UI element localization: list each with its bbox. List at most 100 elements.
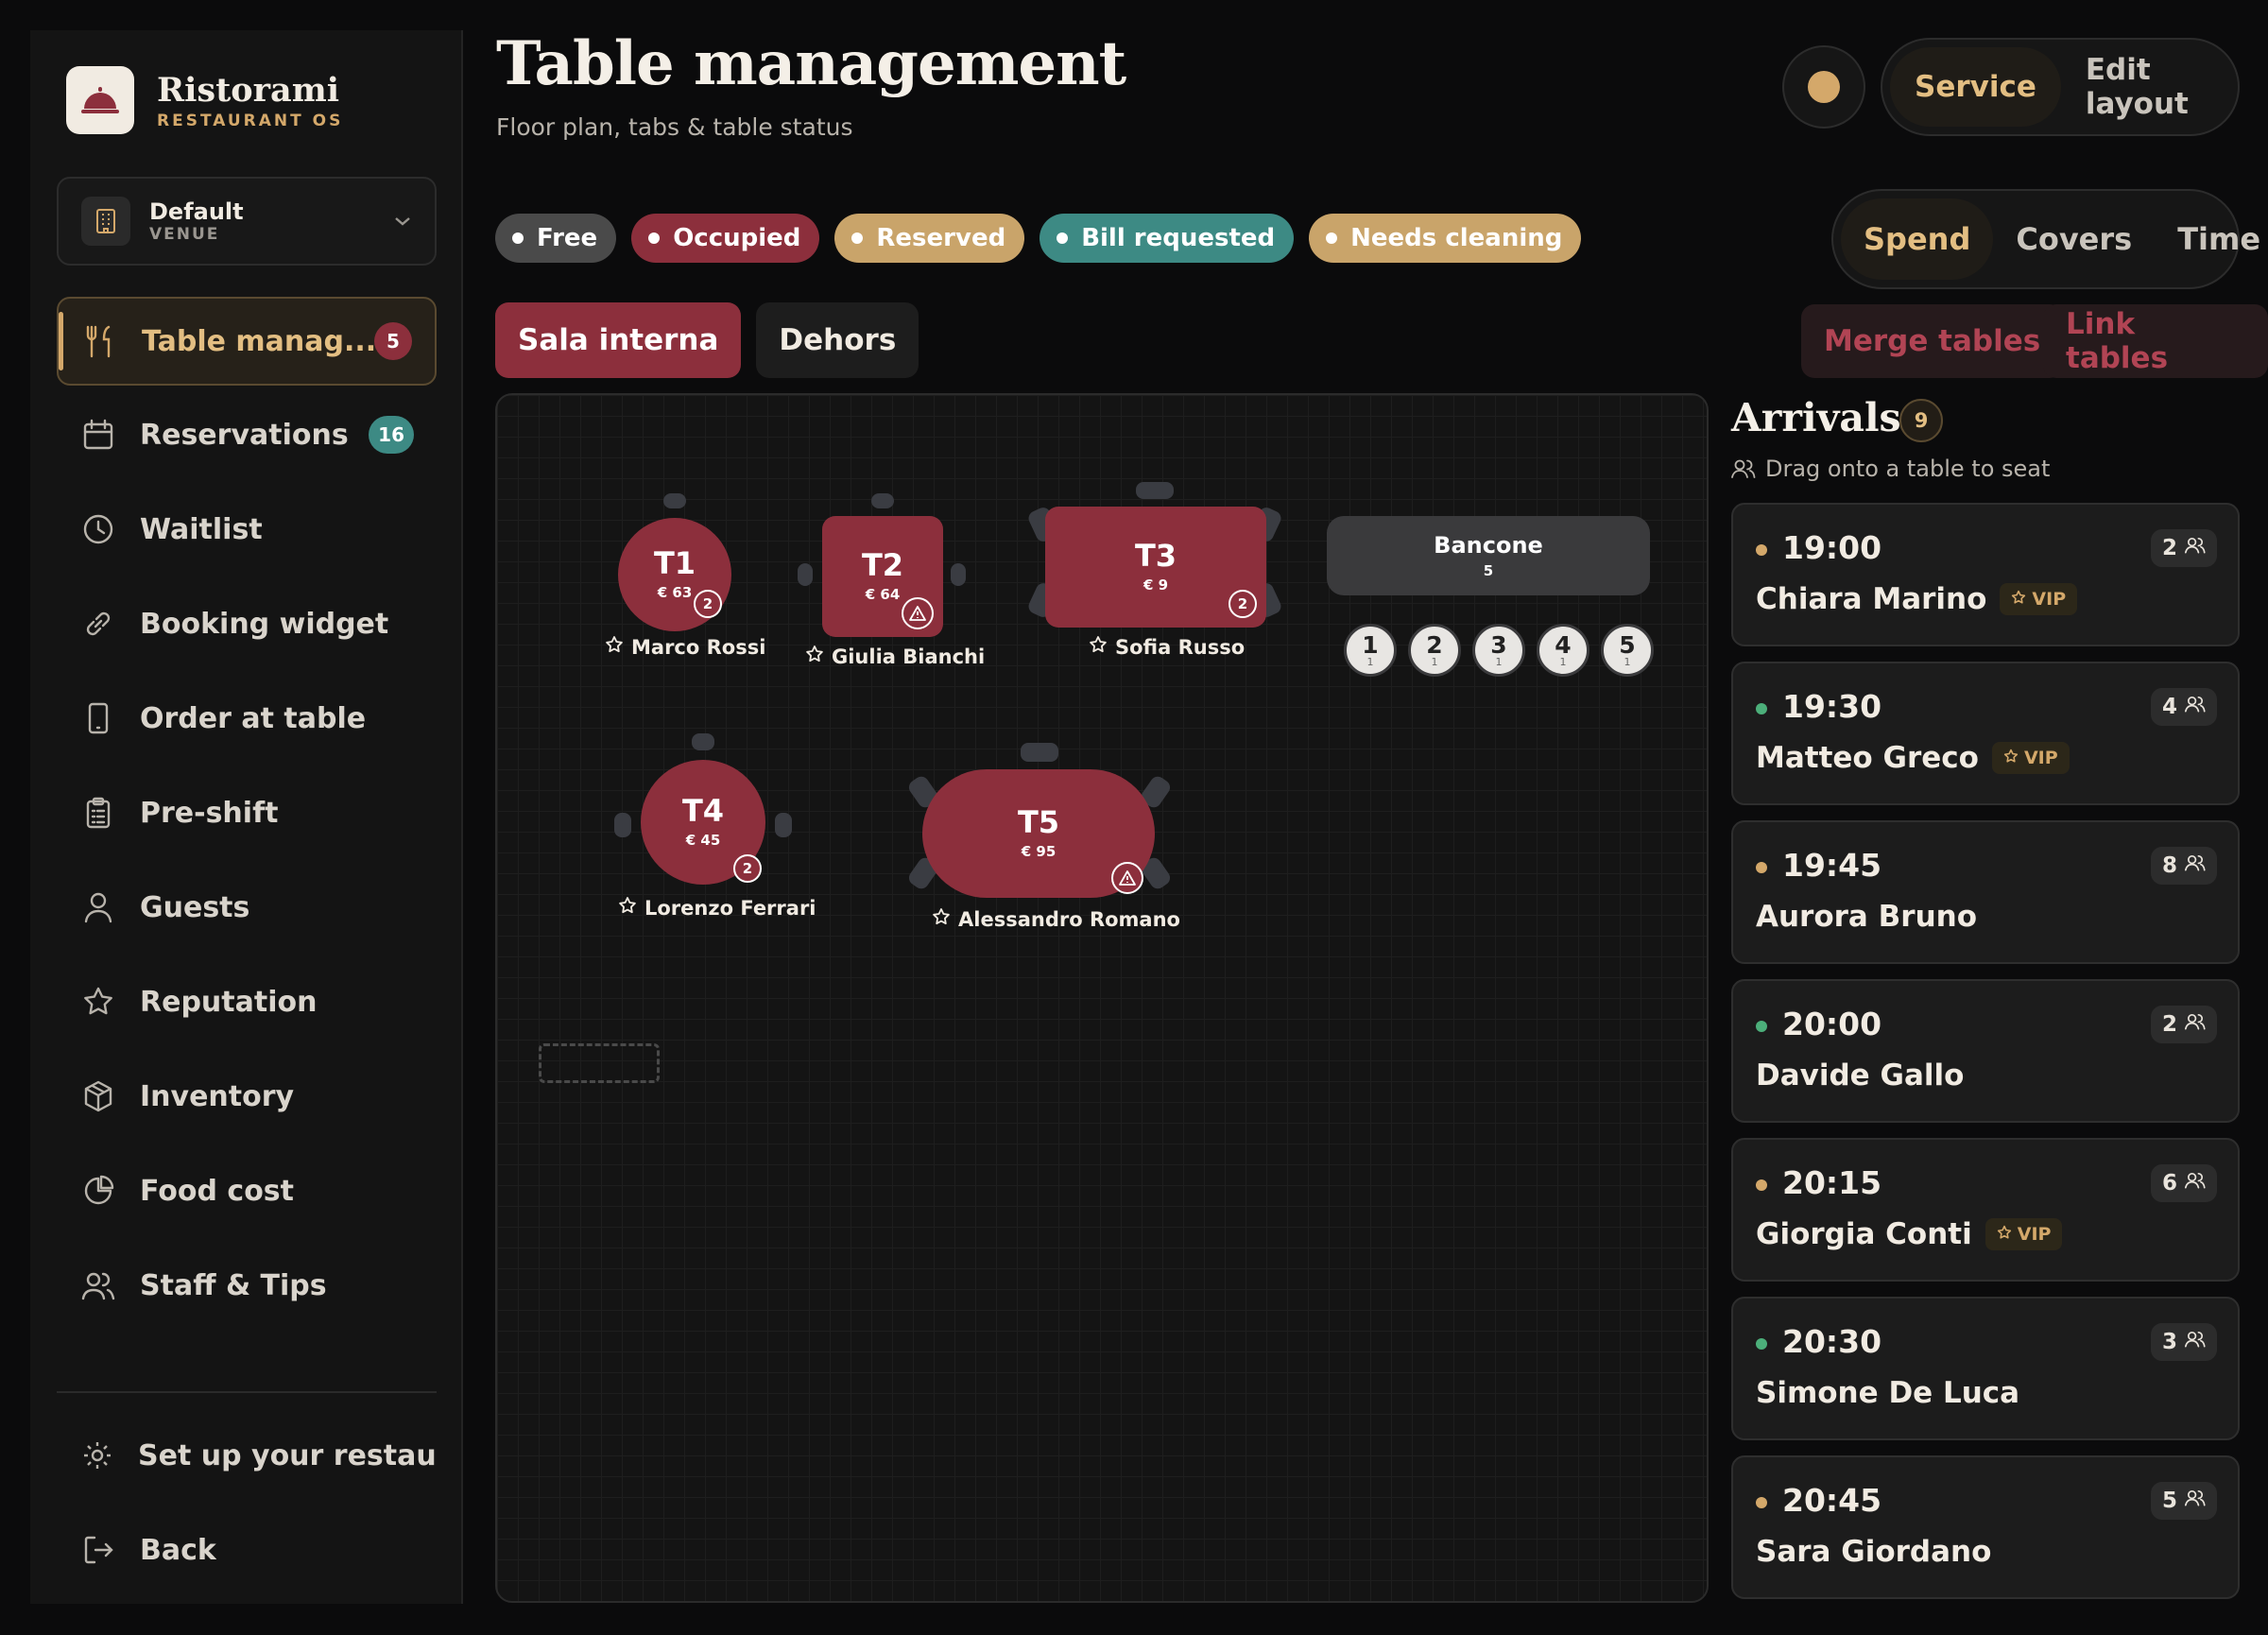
- sidebar-item-reservations[interactable]: Reservations 16: [57, 389, 437, 480]
- metric-covers-button[interactable]: Covers: [1993, 198, 2155, 280]
- building-icon: [81, 197, 130, 246]
- bar-stool-4[interactable]: 41: [1537, 624, 1589, 677]
- sidebar-item-order-at-table[interactable]: Order at table: [57, 673, 437, 764]
- party-size-badge: 2: [2150, 1006, 2217, 1043]
- bar-stool-5[interactable]: 51: [1601, 624, 1654, 677]
- arrival-guest: Simone De Luca: [1756, 1376, 2019, 1410]
- sidebar-divider: [57, 1391, 437, 1393]
- arrival-card[interactable]: 20:15 Giorgia Conti VIP 6: [1731, 1138, 2240, 1282]
- tab-dehors[interactable]: Dehors: [756, 302, 919, 378]
- stool-seats: 1: [1366, 656, 1374, 668]
- guest-count-badge: 2: [733, 854, 762, 883]
- sidebar-item-back[interactable]: Back: [57, 1505, 437, 1595]
- arrival-guest: Giorgia Conti VIP: [1756, 1217, 2063, 1251]
- app-root: Ristorami RESTAURANT OS Default VENUE Ta…: [0, 0, 2268, 1635]
- arrival-guest: Chiara Marino VIP: [1756, 582, 2078, 616]
- arrival-name: Sara Giordano: [1756, 1535, 1992, 1569]
- warning-icon: [1111, 862, 1143, 894]
- legend-label: Bill requested: [1081, 224, 1276, 252]
- sidebar-item-inventory[interactable]: Inventory: [57, 1051, 437, 1142]
- sidebar-item-label: Set up your restau...: [138, 1438, 437, 1472]
- sidebar-item-food-cost[interactable]: Food cost: [57, 1145, 437, 1236]
- guest-name: Sofia Russo: [1115, 635, 1246, 659]
- arrivals-title: Arrivals: [1731, 395, 1901, 440]
- sidebar-item-waitlist[interactable]: Waitlist: [57, 484, 437, 575]
- merge-tables-button[interactable]: Merge tables: [1801, 304, 2064, 378]
- status-dot: [1756, 544, 1767, 556]
- page-title: Table management: [496, 28, 1126, 99]
- star-icon: [618, 896, 637, 920]
- arrival-time: 20:30: [1782, 1323, 1882, 1360]
- arrival-time: 19:00: [1782, 529, 1882, 566]
- arrivals-list: 19:00 Chiara Marino VIP 2 19:30 Matteo Greco V…: [1731, 503, 2240, 1614]
- sidebar-item-booking-widget[interactable]: Booking widget: [57, 578, 437, 669]
- bar-name: Bancone: [1434, 532, 1543, 559]
- legend-bill-requested[interactable]: Bill requested: [1040, 214, 1295, 263]
- status-dot: [1756, 1179, 1767, 1191]
- arrival-card[interactable]: 19:00 Chiara Marino VIP 2: [1731, 503, 2240, 646]
- stool-number: 3: [1490, 631, 1507, 659]
- guest-count-badge: 2: [694, 590, 722, 618]
- stool-number: 5: [1619, 631, 1636, 659]
- mode-service-button[interactable]: Service: [1890, 47, 2061, 127]
- metric-spend-button[interactable]: Spend: [1841, 198, 1994, 280]
- chair: [692, 733, 714, 750]
- bar-stool-2[interactable]: 21: [1408, 624, 1461, 677]
- vip-label: VIP: [2017, 1224, 2052, 1245]
- guest-count-badge: 2: [1228, 590, 1257, 618]
- sidebar-item-label: Booking widget: [140, 607, 389, 641]
- warning-icon: [902, 597, 934, 629]
- table-guest-label: Marco Rossi: [605, 635, 765, 659]
- legend-label: Needs cleaning: [1350, 224, 1563, 252]
- arrival-card[interactable]: 19:30 Matteo Greco VIP 4: [1731, 662, 2240, 805]
- vip-label: VIP: [2032, 589, 2067, 610]
- arrival-card[interactable]: 19:45 Aurora Bruno 8: [1731, 820, 2240, 964]
- table-spend: € 64: [865, 586, 901, 603]
- link-tables-button[interactable]: Link tables: [2043, 304, 2268, 378]
- mode-edit-layout-button[interactable]: Edit layout: [2061, 47, 2230, 127]
- sidebar-item-pre-shift[interactable]: Pre-shift: [57, 767, 437, 858]
- arrival-name: Davide Gallo: [1756, 1058, 1965, 1093]
- floor-plan[interactable]: T1 € 63 2 Marco Rossi T2 € 64 Giulia Bia…: [495, 393, 1709, 1603]
- sidebar-item-label: Staff & Tips: [140, 1268, 327, 1302]
- arrival-card[interactable]: 20:45 Sara Giordano 5: [1731, 1455, 2240, 1599]
- status-dot: [851, 232, 864, 244]
- cloche-icon: [66, 66, 134, 134]
- chair: [614, 813, 631, 837]
- sidebar-item-table-management[interactable]: Table manag... 5: [57, 297, 437, 386]
- arrival-card[interactable]: 20:30 Simone De Luca 3: [1731, 1297, 2240, 1440]
- sidebar-item-staff-tips[interactable]: Staff & Tips: [57, 1240, 437, 1331]
- clipboard-icon: [81, 796, 115, 830]
- legend-reserved[interactable]: Reserved: [834, 214, 1025, 263]
- brand[interactable]: Ristorami RESTAURANT OS: [66, 66, 343, 134]
- users-icon: [81, 1268, 115, 1302]
- sidebar-item-reputation[interactable]: Reputation: [57, 956, 437, 1047]
- legend-needs-cleaning[interactable]: Needs cleaning: [1309, 214, 1582, 263]
- bar-stool-1[interactable]: 11: [1344, 624, 1397, 677]
- venue-label: VENUE: [149, 225, 220, 244]
- stool-seats: 1: [1624, 656, 1631, 668]
- legend-label: Free: [537, 224, 598, 252]
- theme-toggle-button[interactable]: [1782, 45, 1865, 129]
- bar-stool-3[interactable]: 31: [1472, 624, 1525, 677]
- status-dot: [1756, 703, 1767, 714]
- bar-counter[interactable]: Bancone 5: [1327, 516, 1650, 595]
- star-icon: [932, 907, 951, 931]
- chair: [1021, 743, 1058, 762]
- party-size: 2: [2161, 1012, 2177, 1037]
- chair: [775, 813, 792, 837]
- sidebar-item-setup[interactable]: Set up your restau...: [57, 1410, 437, 1501]
- chair: [1136, 482, 1174, 499]
- sidebar-item-guests[interactable]: Guests: [57, 862, 437, 953]
- arrival-name: Giorgia Conti: [1756, 1217, 1972, 1251]
- arrival-card[interactable]: 20:00 Davide Gallo 2: [1731, 979, 2240, 1123]
- metric-time-button[interactable]: Time: [2155, 198, 2268, 280]
- star-icon: [81, 985, 115, 1019]
- empty-table-placeholder[interactable]: [539, 1043, 660, 1083]
- tab-sala-interna[interactable]: Sala interna: [495, 302, 742, 378]
- legend-occupied[interactable]: Occupied: [631, 214, 820, 263]
- bar-seats: 5: [1483, 562, 1494, 579]
- legend-free[interactable]: Free: [495, 214, 617, 263]
- venue-selector[interactable]: Default VENUE: [57, 177, 437, 266]
- users-icon: [2177, 1171, 2206, 1196]
